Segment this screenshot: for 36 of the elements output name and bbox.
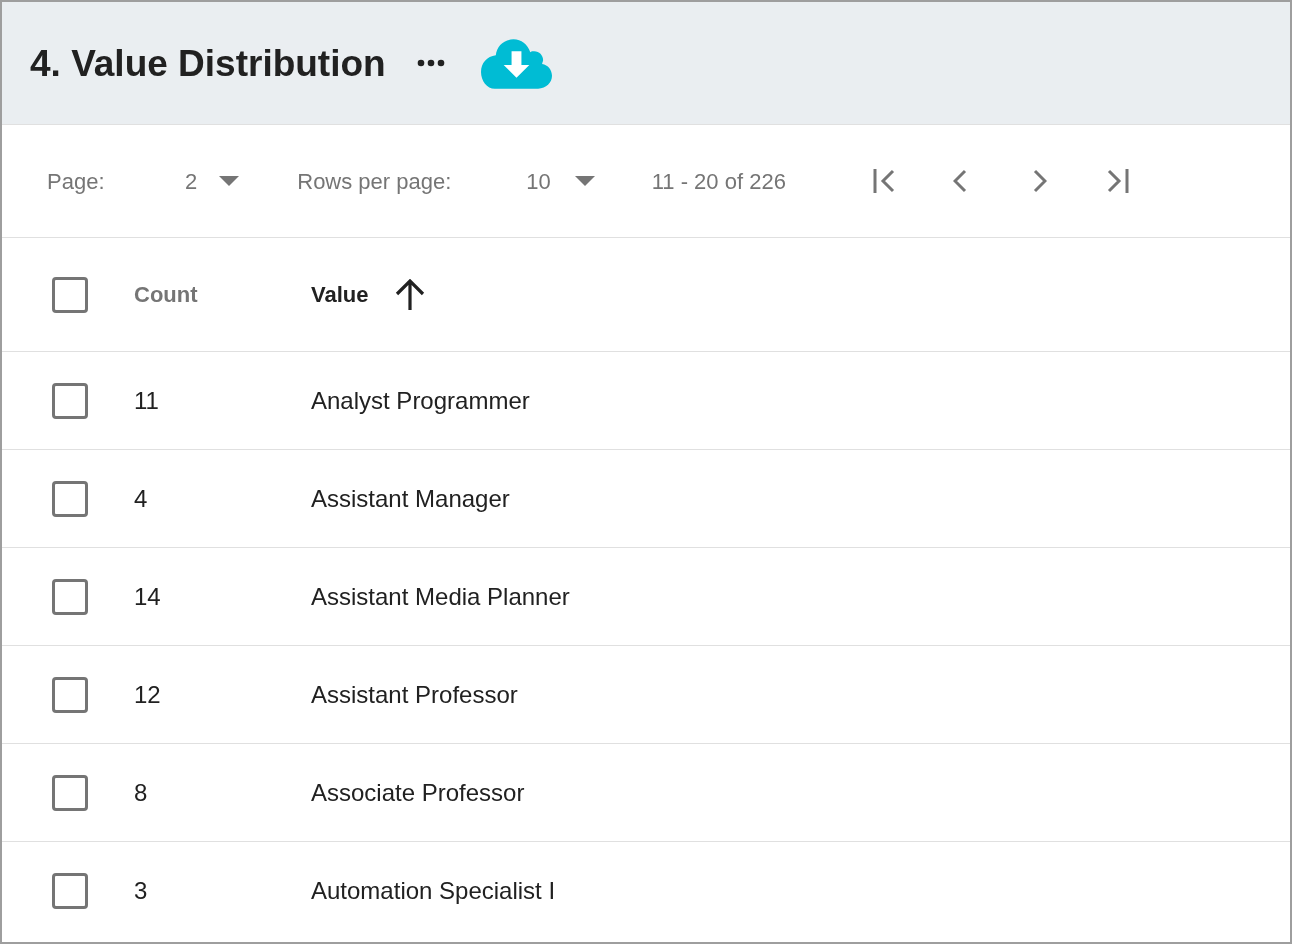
column-header[interactable]: Value xyxy=(311,278,369,311)
value-cell-text: Assistant Manager xyxy=(311,483,510,514)
caret-icon xyxy=(574,176,595,186)
row-checkbox[interactable] xyxy=(52,676,88,713)
count-cell: 3 xyxy=(134,877,148,904)
chevron-right-icon xyxy=(1032,169,1047,193)
more-options-icon xyxy=(416,59,445,67)
caret-icon xyxy=(219,176,240,186)
row-checkbox[interactable] xyxy=(52,578,88,615)
cloud-download-icon xyxy=(480,39,552,89)
row-checkbox[interactable] xyxy=(52,480,88,517)
rows-per-page-label: Rows per page: xyxy=(297,168,452,194)
last-page-icon xyxy=(1106,169,1129,193)
count-cell: 12 xyxy=(134,680,161,708)
value-cell-text: Assistant Media Planner xyxy=(311,581,570,612)
value-cell-text: Automation Specialist I xyxy=(311,876,556,906)
first-page-icon xyxy=(872,169,895,193)
column-header[interactable]: Count xyxy=(134,278,198,311)
value-cell-text: Associate Professor xyxy=(311,777,525,808)
page-select[interactable]: 2 xyxy=(185,164,240,198)
row-checkbox[interactable] xyxy=(52,382,88,419)
count-cell: 8 xyxy=(134,778,148,806)
count-cell: 11 xyxy=(134,386,159,414)
arrow-up-icon xyxy=(394,278,427,311)
count-cell: 4 xyxy=(134,484,148,512)
value-cell-text: Assistant Professor xyxy=(311,679,518,710)
rows-per-page-select[interactable]: 10 xyxy=(526,164,595,198)
page-range: 11 - 20 of 226 xyxy=(651,168,786,194)
count-cell: 14 xyxy=(134,582,161,610)
select-all-checkbox[interactable] xyxy=(52,276,88,313)
panel-title: 4. Value Distribution xyxy=(30,44,386,82)
row-checkbox[interactable] xyxy=(52,873,88,909)
chevron-left-icon xyxy=(952,169,967,193)
value-cell-text: Analyst Programmer xyxy=(311,385,530,416)
page-label: Page: xyxy=(47,168,105,194)
row-checkbox[interactable] xyxy=(52,774,88,811)
